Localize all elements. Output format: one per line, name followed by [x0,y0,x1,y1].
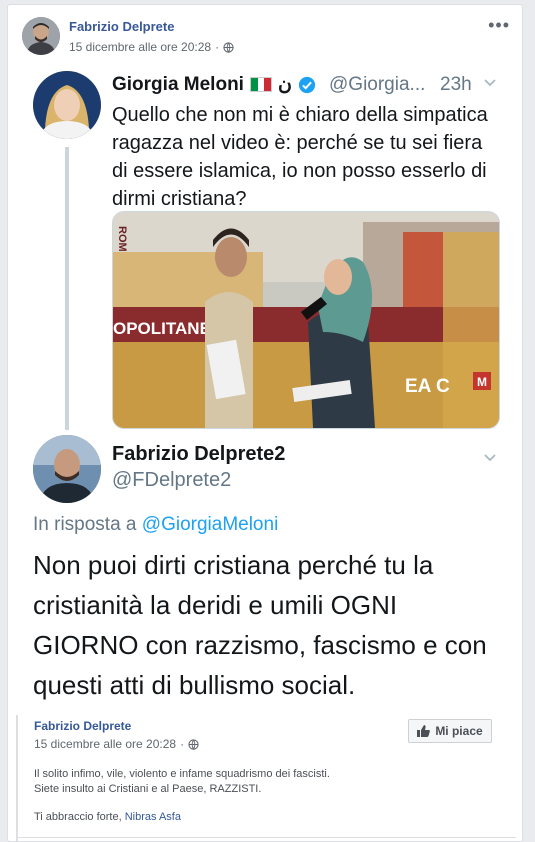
like-label: Mi piace [435,724,483,738]
tweet-screenshot: Giorgia Meloni ن @Giorgia... 23h Quello … [8,67,522,712]
meloni-avatar [33,71,101,139]
post-meta: 15 dicembre alle ore 20:28 · [69,40,234,54]
reply-mention-link[interactable]: @GiorgiaMeloni [142,514,279,535]
tweet-author-handle[interactable]: @Giorgia... [329,74,425,96]
globe-icon[interactable] [223,41,234,53]
post-header: Fabrizio Delprete 15 dicembre alle ore 2… [8,5,522,65]
author-name[interactable]: Fabrizio Delprete [69,19,174,34]
arabic-letter: ن [277,74,292,95]
mentioned-person-link[interactable]: Nibras Asfa [125,811,181,823]
comment-text: Il solito infimo, vile, violento e infam… [34,768,330,795]
delprete-avatar [33,435,101,503]
tweet-author-name[interactable]: Giorgia Meloni ن [112,73,316,96]
signature-prefix: Ti abbraccio forte, [34,811,122,823]
divider [16,837,516,838]
more-dots-icon[interactable]: ••• [488,15,510,36]
reply-author-handle[interactable]: @FDelprete2 [112,469,231,492]
comment-signature: Ti abbraccio forte, Nibras Asfa [34,811,181,823]
comment-timestamp[interactable]: 15 dicembre alle ore 20:28 [34,737,176,751]
tweet-author-label: Giorgia Meloni [112,73,244,95]
italy-flag-icon [249,77,272,92]
author-avatar[interactable] [22,17,60,55]
facebook-post-card: Fabrizio Delprete 15 dicembre alle ore 2… [7,4,523,842]
reply-prefix: In risposta a [33,514,137,535]
photo-sign-top: ROM [116,226,128,252]
reply-tweet-text: Non puoi dirti cristiana perché tu la cr… [33,550,487,700]
globe-icon[interactable] [188,738,199,750]
tweet-text: Quello che non mi è chiaro della simpati… [112,104,488,210]
verified-badge-icon [298,76,316,93]
comment-author-name[interactable]: Fabrizio Delprete [34,719,131,733]
comment-block: Fabrizio Delprete 15 dicembre alle ore 2… [16,715,522,841]
photo-badge: M [477,375,487,389]
reply-context: In risposta a @GiorgiaMeloni [33,514,278,536]
like-button[interactable]: Mi piace [408,719,492,743]
tweet-photo[interactable]: OPOLITANE EA C ROM M [112,211,500,429]
thumbs-up-icon [417,725,431,737]
chevron-down-icon[interactable] [483,76,497,90]
photo-sign-right: EA C [405,376,450,397]
photo-sign-left: OPOLITANE [113,319,211,338]
chevron-down-icon[interactable] [483,451,497,465]
comment-meta: 15 dicembre alle ore 20:28 · [34,737,199,751]
thread-connector [65,147,69,430]
reply-author-name[interactable]: Fabrizio Delprete2 [112,443,285,466]
post-timestamp[interactable]: 15 dicembre alle ore 20:28 [69,40,211,54]
tweet-time[interactable]: 23h [440,74,472,96]
